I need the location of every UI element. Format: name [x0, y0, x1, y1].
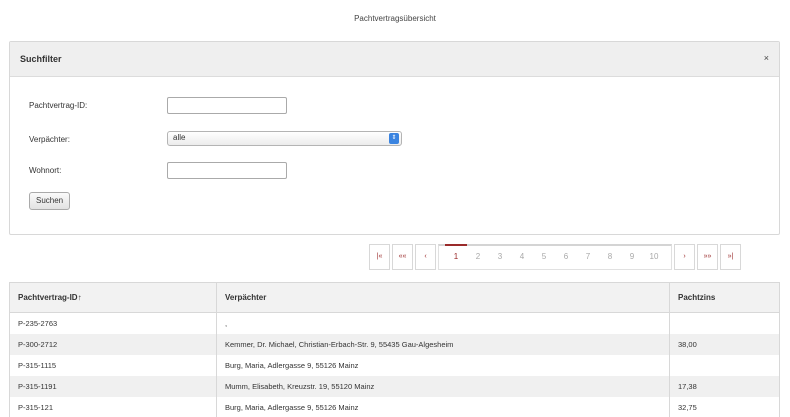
page-7[interactable]: 7 — [577, 246, 599, 269]
cell-lessor: Kemmer, Dr. Michael, Christian-Erbach-St… — [216, 333, 670, 355]
cell-id: P-315-1191 — [9, 375, 217, 397]
cell-rent — [669, 312, 780, 334]
cell-rent — [669, 354, 780, 376]
fast-forward-button[interactable]: »» — [697, 244, 718, 270]
residence-label: Wohnort: — [29, 166, 62, 175]
search-filter-panel: Suchfilter × Pachtvertrag-ID: Verpächter… — [9, 41, 780, 235]
search-button[interactable]: Suchen — [29, 192, 71, 210]
filter-header[interactable]: Suchfilter × — [10, 42, 779, 77]
page-6[interactable]: 6 — [555, 246, 577, 269]
page-1[interactable]: 1 — [445, 244, 467, 269]
table-header-row: Pachtvertrag-ID↑ Verpächter Pachtzins — [9, 282, 780, 313]
results-table: Pachtvertrag-ID↑ Verpächter Pachtzins P-… — [9, 282, 780, 417]
table-row[interactable]: P-315-121 Burg, Maria, Adlergasse 9, 551… — [9, 396, 780, 417]
page-9[interactable]: 9 — [621, 246, 643, 269]
residence-input[interactable] — [167, 162, 287, 179]
table-row[interactable]: P-315-1191 Mumm, Elisabeth, Kreuzstr. 19… — [9, 375, 780, 397]
cell-id: P-235-2763 — [9, 312, 217, 334]
lessor-select[interactable]: alle ⇕ — [167, 131, 402, 146]
column-header-lessor[interactable]: Verpächter — [216, 282, 670, 313]
page-10[interactable]: 10 — [643, 246, 665, 269]
next-page-button[interactable]: › — [674, 244, 695, 270]
page-8[interactable]: 8 — [599, 246, 621, 269]
page-5[interactable]: 5 — [533, 246, 555, 269]
cell-id: P-315-121 — [9, 396, 217, 417]
page-2[interactable]: 2 — [467, 246, 489, 269]
close-icon[interactable]: × — [764, 53, 769, 63]
cell-lessor: Burg, Maria, Adlergasse 9, 55126 Mainz — [216, 396, 670, 417]
page-title: Pachtvertragsübersicht — [354, 14, 436, 23]
contract-id-label: Pachtvertrag-ID: — [29, 101, 88, 110]
cell-lessor: Mumm, Elisabeth, Kreuzstr. 19, 55120 Mai… — [216, 375, 670, 397]
page-numbers: 1 2 3 4 5 6 7 8 9 10 — [438, 244, 672, 270]
page-4[interactable]: 4 — [511, 246, 533, 269]
last-page-button[interactable]: »| — [720, 244, 741, 270]
select-arrows-icon: ⇕ — [389, 133, 399, 144]
cell-rent: 38,00 — [669, 333, 780, 355]
pagination: |« «« ‹ 1 2 3 4 5 6 7 8 9 10 › »» »| — [369, 244, 743, 270]
first-page-button[interactable]: |« — [369, 244, 390, 270]
fast-back-button[interactable]: «« — [392, 244, 413, 270]
column-header-rent[interactable]: Pachtzins — [669, 282, 780, 313]
prev-page-button[interactable]: ‹ — [415, 244, 436, 270]
cell-id: P-300-2712 — [9, 333, 217, 355]
table-row[interactable]: P-315-1115 Burg, Maria, Adlergasse 9, 55… — [9, 354, 780, 376]
filter-title: Suchfilter — [20, 54, 62, 64]
cell-lessor: , — [216, 312, 670, 334]
contract-id-input[interactable] — [167, 97, 287, 114]
cell-rent: 17,38 — [669, 375, 780, 397]
table-row[interactable]: P-235-2763 , — [9, 312, 780, 334]
cell-id: P-315-1115 — [9, 354, 217, 376]
table-row[interactable]: P-300-2712 Kemmer, Dr. Michael, Christia… — [9, 333, 780, 355]
page-3[interactable]: 3 — [489, 246, 511, 269]
lessor-label: Verpächter: — [29, 135, 70, 144]
column-header-id[interactable]: Pachtvertrag-ID↑ — [9, 282, 217, 313]
cell-lessor: Burg, Maria, Adlergasse 9, 55126 Mainz — [216, 354, 670, 376]
cell-rent: 32,75 — [669, 396, 780, 417]
lessor-select-value: alle — [173, 133, 186, 142]
